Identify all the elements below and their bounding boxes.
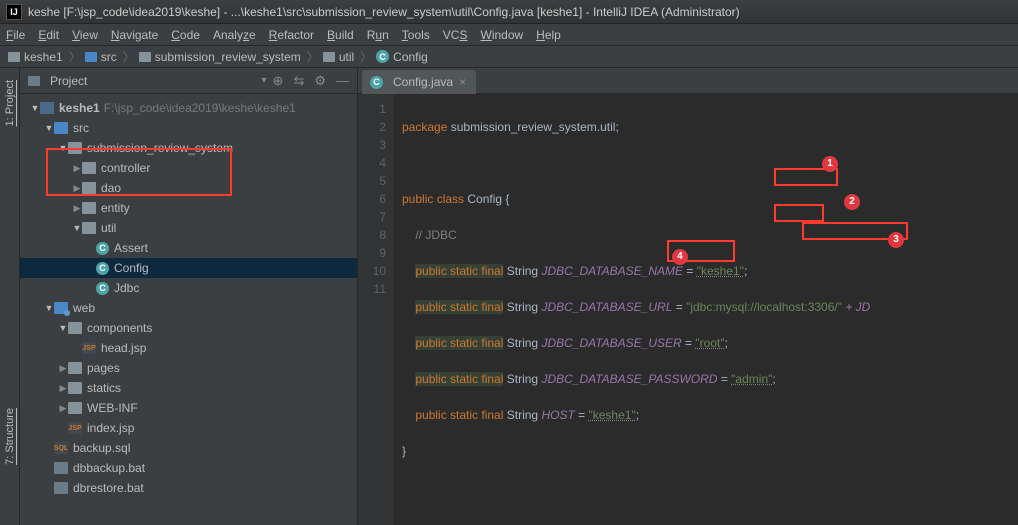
collapse-icon[interactable]: ⇆ <box>293 73 304 89</box>
annotation-badge-2: 2 <box>844 194 860 210</box>
menu-file[interactable]: File <box>6 28 25 42</box>
module-icon <box>40 102 54 114</box>
editor-body[interactable]: 1234567891011 package submission_review_… <box>358 94 1018 525</box>
menu-run[interactable]: Run <box>367 28 389 42</box>
jsp-icon: JSP <box>82 342 96 354</box>
menu-build[interactable]: Build <box>327 28 354 42</box>
tree-src[interactable]: ▼src <box>20 118 357 138</box>
project-tree[interactable]: ▼keshe1F:\jsp_code\idea2019\keshe\keshe1… <box>20 94 357 525</box>
annotation-badge-4: 4 <box>672 249 688 265</box>
annotation-badge-1: 1 <box>822 156 838 172</box>
bat-icon <box>54 482 68 494</box>
class-icon: C <box>96 282 109 295</box>
editor-tab-config[interactable]: C Config.java × <box>362 70 476 94</box>
editor-tabs: C Config.java × <box>358 68 1018 94</box>
class-icon: C <box>96 242 109 255</box>
tab-structure[interactable]: 7: Structure <box>2 402 18 471</box>
package-icon <box>68 142 82 154</box>
editor-area: C Config.java × 1234567891011 package su… <box>358 68 1018 525</box>
crumb-package[interactable]: submission_review_system <box>139 50 301 64</box>
editor-tab-label: Config.java <box>393 75 453 89</box>
crumb-util[interactable]: util <box>323 50 354 64</box>
project-panel-header: Project ▾ ⊕ ⇆ ⚙ — <box>20 68 357 94</box>
editor-gutter: 1234567891011 <box>358 94 394 525</box>
annotation-rect-2 <box>774 204 824 222</box>
folder-icon <box>68 362 82 374</box>
annotation-badge-3: 3 <box>888 232 904 248</box>
hide-icon[interactable]: — <box>336 73 349 89</box>
menu-analyze[interactable]: Analyze <box>213 28 256 42</box>
class-icon: C <box>96 262 109 275</box>
jsp-icon: JSP <box>68 422 82 434</box>
project-panel: Project ▾ ⊕ ⇆ ⚙ — ▼keshe1F:\jsp_code\ide… <box>20 68 358 525</box>
tree-root[interactable]: ▼keshe1F:\jsp_code\idea2019\keshe\keshe1 <box>20 98 357 118</box>
gear-icon[interactable]: ⚙ <box>314 73 326 89</box>
tree-dbbackup[interactable]: dbbackup.bat <box>20 458 357 478</box>
tree-backupsql[interactable]: SQLbackup.sql <box>20 438 357 458</box>
tree-statics[interactable]: ▶statics <box>20 378 357 398</box>
window-title: keshe [F:\jsp_code\idea2019\keshe] - ...… <box>28 5 740 19</box>
menu-view[interactable]: View <box>72 28 98 42</box>
tree-controller[interactable]: ▶controller <box>20 158 357 178</box>
package-icon <box>82 202 96 214</box>
tree-entity[interactable]: ▶entity <box>20 198 357 218</box>
tab-project[interactable]: 1: Project <box>2 74 18 132</box>
menu-refactor[interactable]: Refactor <box>269 28 314 42</box>
chevron-down-icon[interactable]: ▾ <box>262 75 267 86</box>
menu-window[interactable]: Window <box>480 28 523 42</box>
folder-icon <box>68 402 82 414</box>
src-icon <box>85 52 97 62</box>
crumb-module[interactable]: keshe1 <box>8 50 63 64</box>
menu-edit[interactable]: Edit <box>38 28 59 42</box>
tree-web[interactable]: ▼web <box>20 298 357 318</box>
package-icon <box>139 52 151 62</box>
tree-config[interactable]: CConfig <box>20 258 357 278</box>
package-icon <box>323 52 335 62</box>
class-icon: C <box>370 76 383 89</box>
package-icon <box>82 162 96 174</box>
web-icon <box>54 302 68 314</box>
intellij-icon: IJ <box>6 4 22 20</box>
tree-components[interactable]: ▼components <box>20 318 357 338</box>
tree-dbrestore[interactable]: dbrestore.bat <box>20 478 357 498</box>
target-icon[interactable]: ⊕ <box>273 73 284 89</box>
project-header-icon <box>28 76 40 86</box>
menu-navigate[interactable]: Navigate <box>111 28 158 42</box>
close-icon[interactable]: × <box>459 75 466 89</box>
tree-util[interactable]: ▼util <box>20 218 357 238</box>
tree-package[interactable]: ▼submission_review_system <box>20 138 357 158</box>
package-icon <box>82 182 96 194</box>
tree-jdbc[interactable]: CJdbc <box>20 278 357 298</box>
folder-icon <box>68 322 82 334</box>
editor-code[interactable]: package submission_review_system.util; p… <box>394 94 1018 525</box>
tool-window-stripe: 1: Project 7: Structure <box>0 68 20 525</box>
tree-webinf[interactable]: ▶WEB-INF <box>20 398 357 418</box>
tree-pages[interactable]: ▶pages <box>20 358 357 378</box>
menubar: File Edit View Navigate Code Analyze Ref… <box>0 24 1018 46</box>
menu-vcs[interactable]: VCS <box>443 28 468 42</box>
breadcrumb: keshe1〉 src〉 submission_review_system〉 u… <box>0 46 1018 68</box>
tree-headjsp[interactable]: JSPhead.jsp <box>20 338 357 358</box>
bat-icon <box>54 462 68 474</box>
package-icon <box>82 222 96 234</box>
tree-assert[interactable]: CAssert <box>20 238 357 258</box>
tree-indexjsp[interactable]: JSPindex.jsp <box>20 418 357 438</box>
menu-help[interactable]: Help <box>536 28 561 42</box>
crumb-class[interactable]: CConfig <box>376 50 428 64</box>
sql-icon: SQL <box>54 442 68 454</box>
menu-code[interactable]: Code <box>171 28 200 42</box>
tree-dao[interactable]: ▶dao <box>20 178 357 198</box>
titlebar: IJ keshe [F:\jsp_code\idea2019\keshe] - … <box>0 0 1018 24</box>
menu-tools[interactable]: Tools <box>402 28 430 42</box>
crumb-src[interactable]: src <box>85 50 117 64</box>
project-panel-title: Project <box>50 74 256 88</box>
class-icon: C <box>376 50 389 63</box>
module-icon <box>8 52 20 62</box>
src-icon <box>54 122 68 134</box>
folder-icon <box>68 382 82 394</box>
